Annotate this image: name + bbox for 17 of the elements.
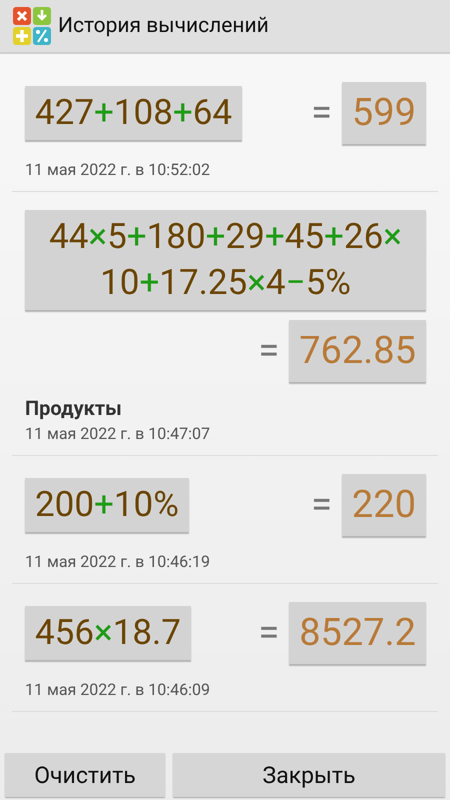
entry-date: 11 мая 2022 г. в 10:47:07	[25, 424, 211, 443]
app-icon	[12, 6, 52, 46]
expression-button[interactable]: 456×18.7	[25, 606, 191, 660]
entry-date: 11 мая 2022 г. в 10:46:09	[25, 680, 211, 699]
close-button[interactable]: Закрыть	[173, 753, 445, 797]
clear-button[interactable]: Очистить	[5, 753, 165, 797]
expression-button[interactable]: 44×5+180+29+45+26× 10+17.25×4−5%	[25, 210, 426, 310]
equals-sign: =	[258, 611, 280, 655]
window-title: История вычислений	[58, 14, 269, 38]
equals-sign: =	[258, 329, 280, 373]
entry-note: Продукты	[25, 396, 123, 420]
entry-date: 11 мая 2022 г. в 10:46:19	[25, 552, 211, 571]
equals-sign: =	[311, 91, 332, 135]
expression-button[interactable]: 200+10%	[25, 478, 189, 532]
expression-button[interactable]: 427+108+64	[25, 86, 242, 140]
equals-sign: =	[311, 483, 332, 527]
entry-date: 11 мая 2022 г. в 10:52:02	[25, 160, 211, 179]
